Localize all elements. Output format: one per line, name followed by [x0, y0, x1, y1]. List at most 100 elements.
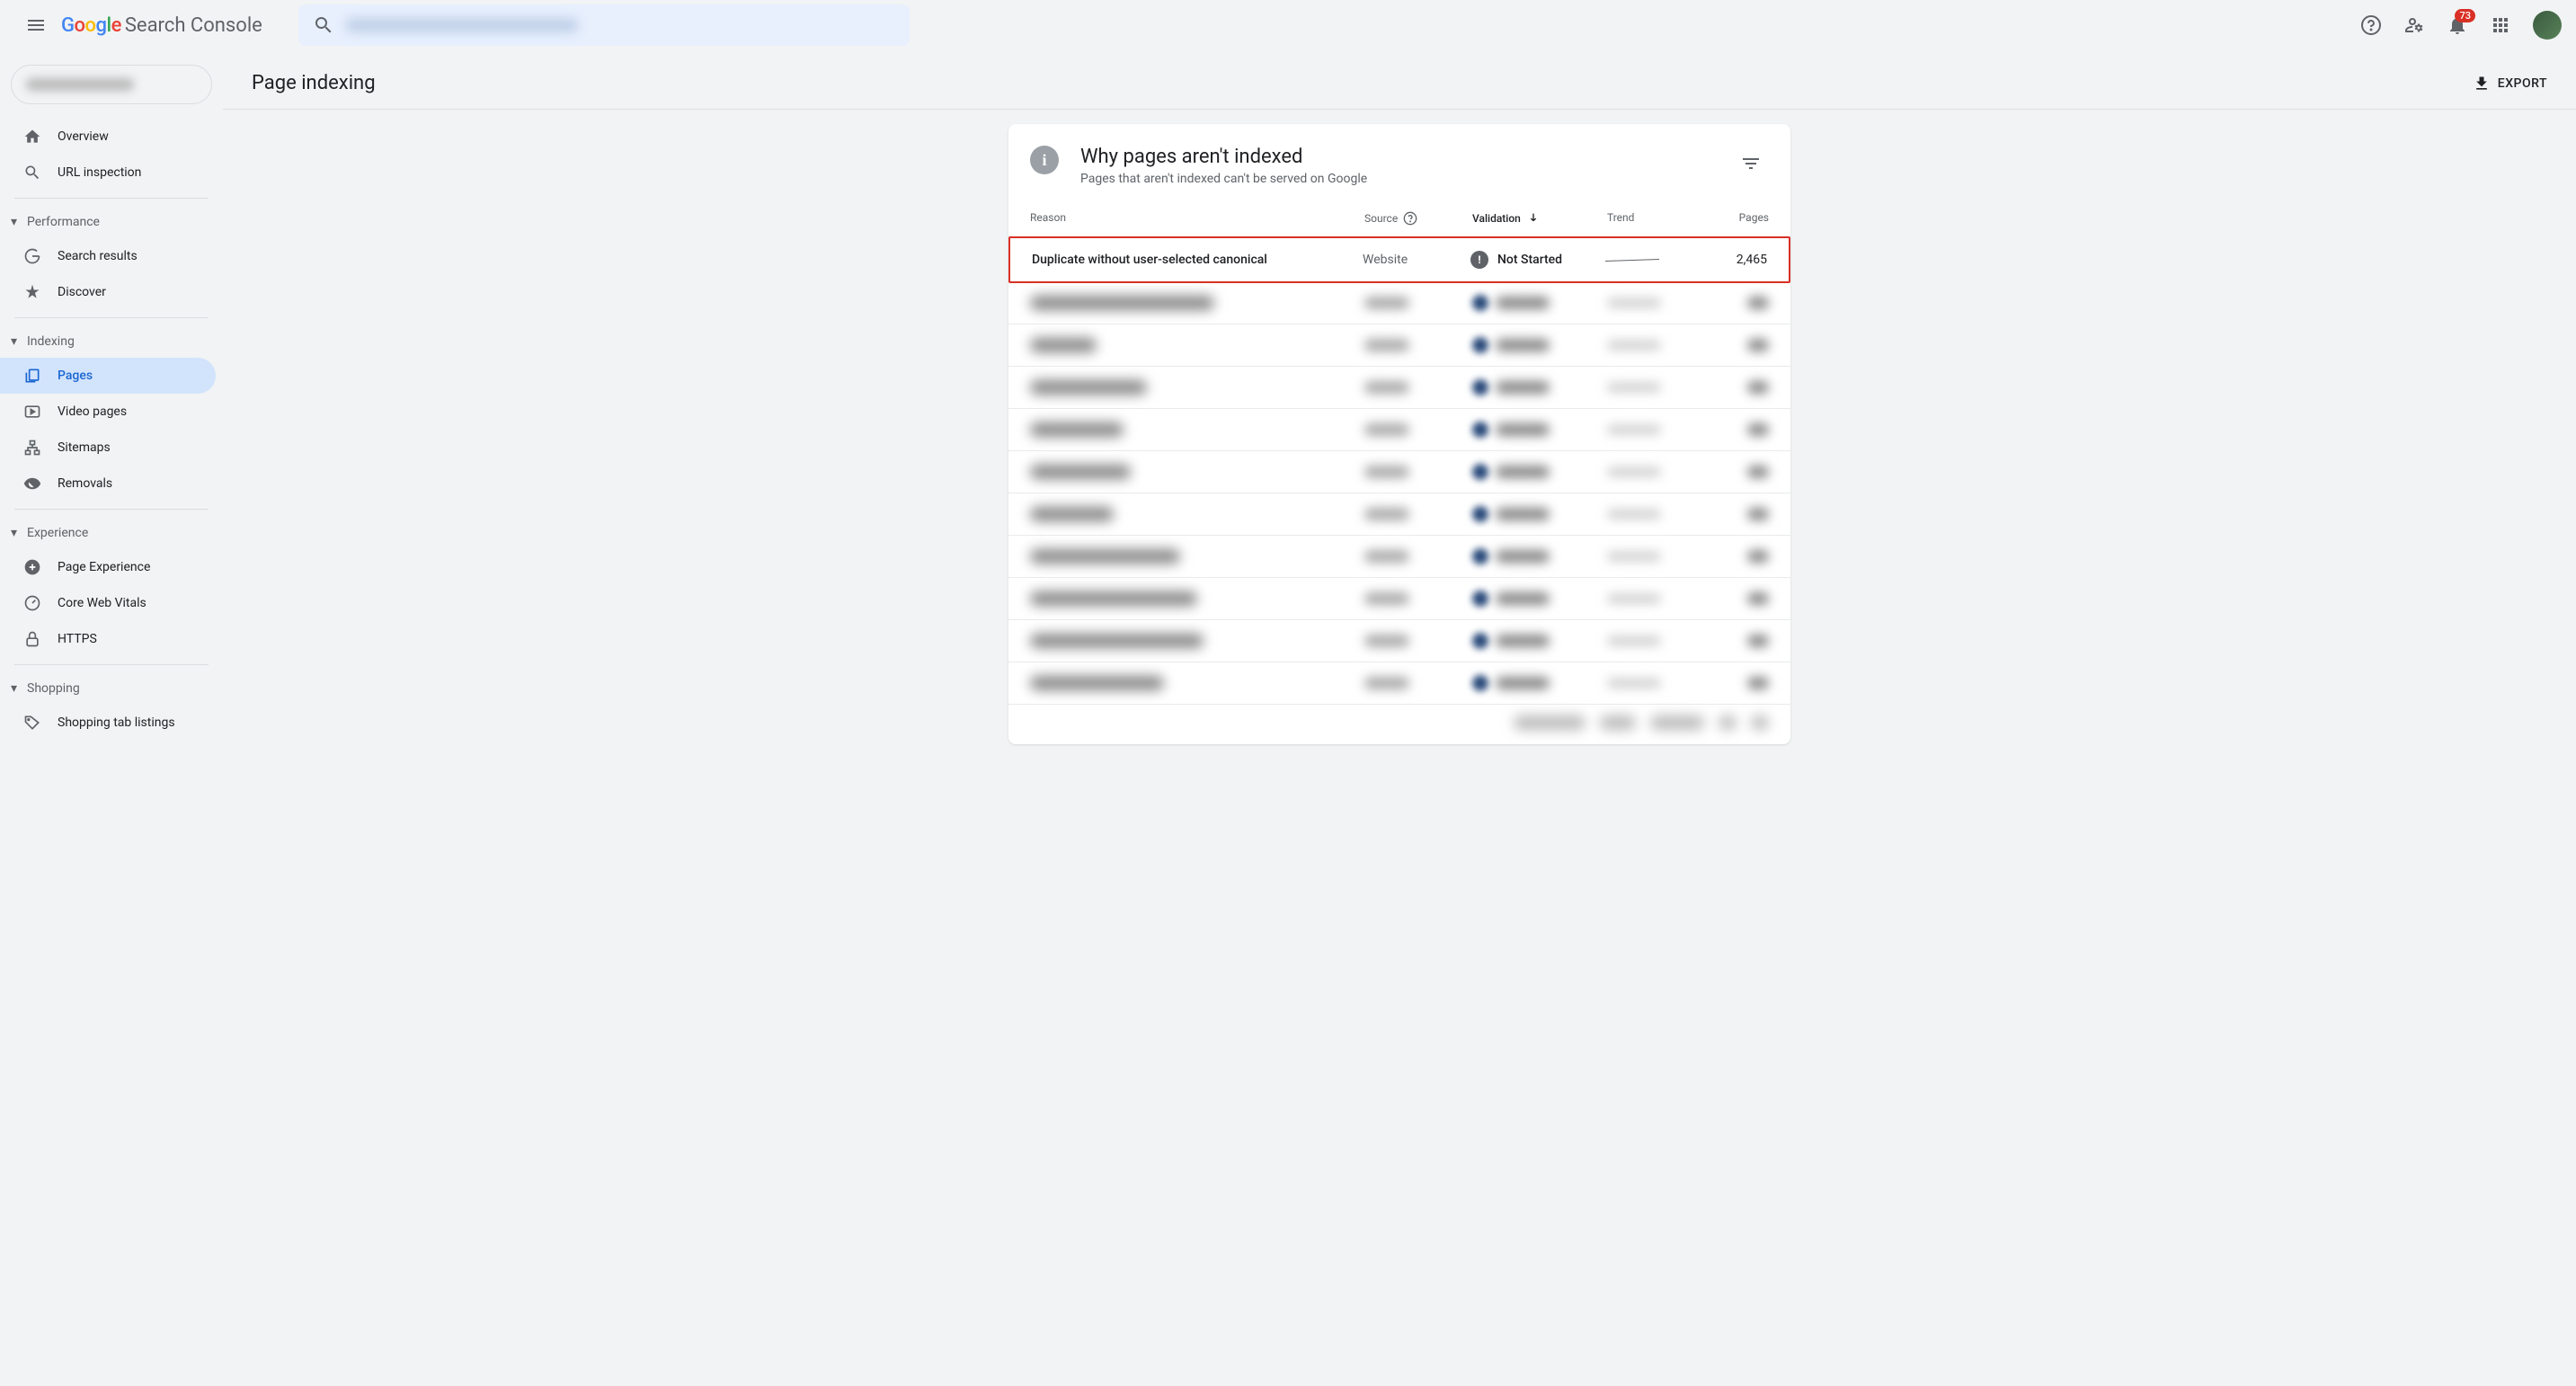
product-logo[interactable]: Google Search Console: [61, 14, 262, 37]
sidebar-item-label: Overview: [58, 129, 109, 144]
cell-pages: 2,465: [1695, 253, 1767, 267]
sidebar-item-label: HTTPS: [58, 632, 97, 646]
account-avatar[interactable]: [2533, 11, 2562, 40]
property-selector[interactable]: [11, 65, 212, 104]
sidebar-item-sitemaps[interactable]: Sitemaps: [0, 430, 216, 466]
sidebar-item-removals[interactable]: Removals: [0, 466, 216, 502]
sidebar-section-label: Shopping: [27, 681, 80, 696]
apps-grid-icon: [2490, 14, 2511, 36]
cell-trend-redacted: [1607, 425, 1661, 434]
sidebar-section-experience[interactable]: ▾ Experience: [0, 517, 223, 549]
sidebar-section-performance[interactable]: ▾ Performance: [0, 206, 223, 238]
sidebar-item-label: Page Experience: [58, 560, 150, 574]
sidebar-item-label: Video pages: [58, 404, 127, 419]
sidebar-item-label: Removals: [58, 476, 112, 491]
cell-reason-redacted: [1030, 634, 1204, 648]
hamburger-menu-button[interactable]: [14, 4, 58, 47]
table-row[interactable]: [1008, 620, 1790, 662]
table-row[interactable]: [1008, 324, 1790, 367]
sidebar-section-indexing[interactable]: ▾ Indexing: [0, 325, 223, 358]
table-row[interactable]: [1008, 282, 1790, 324]
column-validation[interactable]: Validation: [1472, 211, 1607, 226]
cell-validation-redacted: [1472, 379, 1550, 395]
cell-trend-redacted: [1607, 594, 1661, 603]
cell-pages-redacted: [1747, 381, 1769, 394]
sidebar-item-https[interactable]: HTTPS: [0, 621, 216, 657]
sidebar-item-label: Search results: [58, 249, 138, 263]
column-trend[interactable]: Trend: [1607, 211, 1697, 226]
lock-icon: [22, 628, 43, 650]
property-name-redacted: [26, 78, 134, 91]
cell-validation-redacted: [1472, 633, 1550, 649]
product-name: Search Console: [125, 14, 262, 37]
card-header: i Why pages aren't indexed Pages that ar…: [1008, 124, 1790, 200]
sidebar-section-label: Indexing: [27, 334, 75, 349]
download-icon: [2473, 75, 2491, 93]
sidebar-section-label: Experience: [27, 526, 88, 540]
apps-button[interactable]: [2483, 7, 2518, 43]
sidebar-item-url-inspection[interactable]: URL inspection: [0, 155, 216, 191]
sidebar-item-core-web-vitals[interactable]: Core Web Vitals: [0, 585, 216, 621]
cell-pages-redacted: [1747, 592, 1769, 605]
pagination-redacted: [1650, 715, 1704, 730]
table-row[interactable]: [1008, 451, 1790, 493]
sidebar-item-video-pages[interactable]: Video pages: [0, 394, 216, 430]
table-row-highlighted[interactable]: Duplicate without user-selected canonica…: [1008, 236, 1790, 283]
sidebar-item-shopping-tab-listings[interactable]: Shopping tab listings: [0, 705, 216, 741]
status-not-started-icon: !: [1470, 251, 1488, 269]
sidebar-item-label: Shopping tab listings: [58, 715, 175, 730]
table-row[interactable]: [1008, 367, 1790, 409]
cell-reason-redacted: [1030, 507, 1114, 521]
cell-validation-redacted: [1472, 548, 1550, 564]
help-button[interactable]: [2353, 7, 2389, 43]
cell-pages-redacted: [1747, 297, 1769, 309]
table-row[interactable]: [1008, 536, 1790, 578]
cell-validation-redacted: [1472, 506, 1550, 522]
column-source[interactable]: Source: [1364, 211, 1472, 226]
notifications-button[interactable]: 73: [2439, 7, 2475, 43]
filter-button[interactable]: [1733, 146, 1769, 182]
cell-reason-redacted: [1030, 591, 1197, 606]
cell-source-redacted: [1364, 508, 1409, 520]
table-row[interactable]: [1008, 662, 1790, 705]
pages-icon: [22, 365, 43, 386]
table-row[interactable]: [1008, 578, 1790, 620]
pagination-redacted: [1514, 715, 1586, 730]
sidebar-item-page-experience[interactable]: Page Experience: [0, 549, 216, 585]
video-icon: [22, 401, 43, 422]
cell-reason-redacted: [1030, 380, 1147, 395]
hamburger-icon: [25, 14, 47, 36]
caret-down-icon: ▾: [11, 681, 22, 696]
table-header: Reason Source Validation Trend Pages: [1008, 200, 1790, 237]
cell-reason-redacted: [1030, 296, 1214, 310]
sidebar-section-shopping[interactable]: ▾ Shopping: [0, 672, 223, 705]
page-header: Page indexing EXPORT: [223, 50, 2576, 110]
plus-circle-icon: [22, 556, 43, 578]
cell-source-redacted: [1364, 592, 1409, 605]
sidebar-item-overview[interactable]: Overview: [0, 119, 216, 155]
table-row[interactable]: [1008, 409, 1790, 451]
column-pages[interactable]: Pages: [1697, 211, 1769, 226]
header-actions: 73: [2353, 7, 2562, 43]
table-row[interactable]: [1008, 493, 1790, 536]
cell-pages-redacted: [1747, 550, 1769, 563]
user-settings-button[interactable]: [2396, 7, 2432, 43]
cell-pages-redacted: [1747, 466, 1769, 478]
sidebar-item-pages[interactable]: Pages: [0, 358, 216, 394]
main-content: Page indexing EXPORT i Why pages aren't …: [223, 50, 2576, 773]
cell-source-redacted: [1364, 635, 1409, 647]
cell-trend-redacted: [1607, 636, 1661, 645]
google-logo-text: Google: [61, 14, 121, 37]
discover-icon: [22, 281, 43, 303]
cell-pages-redacted: [1747, 635, 1769, 647]
search-input[interactable]: [298, 4, 910, 46]
sidebar-item-discover[interactable]: Discover: [0, 274, 216, 310]
sidebar-item-label: URL inspection: [58, 165, 141, 180]
filter-icon: [1740, 153, 1762, 174]
cell-pages-redacted: [1747, 339, 1769, 351]
sidebar-item-search-results[interactable]: Search results: [0, 238, 216, 274]
tag-icon: [22, 712, 43, 733]
export-button[interactable]: EXPORT: [2473, 75, 2547, 93]
cell-trend: [1605, 254, 1695, 265]
column-reason[interactable]: Reason: [1030, 211, 1364, 226]
